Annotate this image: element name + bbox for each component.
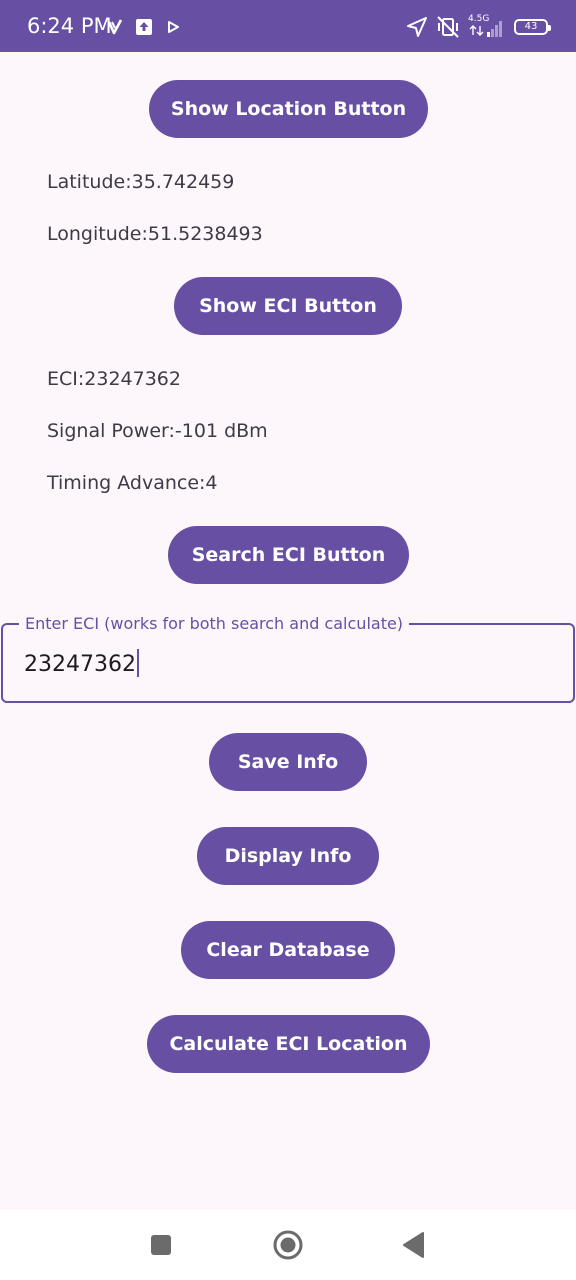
v-app-icon [108, 19, 122, 35]
vibrate-off-icon [436, 16, 460, 38]
home-button[interactable] [270, 1227, 306, 1263]
battery-level: 43 [524, 21, 538, 32]
home-circle-icon [272, 1229, 304, 1261]
status-right-icons: 4.5G 43 [406, 14, 551, 40]
recents-square-icon [150, 1234, 172, 1256]
latitude-text: Latitude:35.742459 [47, 171, 235, 193]
timing-advance-text: Timing Advance:4 [47, 472, 218, 494]
battery-icon: 43 [514, 19, 551, 35]
save-info-button[interactable]: Save Info [209, 733, 367, 791]
display-info-button[interactable]: Display Info [197, 827, 379, 885]
status-bar: 6:24 PM 4.5G 43 [0, 0, 576, 52]
recents-button[interactable] [143, 1227, 179, 1263]
signal-power-text: Signal Power:-101 dBm [47, 420, 268, 442]
status-time: 6:24 PM [27, 14, 112, 38]
clear-database-button[interactable]: Clear Database [181, 921, 395, 979]
back-button[interactable] [395, 1227, 431, 1263]
calculate-eci-location-button[interactable]: Calculate ECI Location [147, 1015, 430, 1073]
search-eci-button[interactable]: Search ECI Button [168, 526, 409, 584]
back-triangle-icon [401, 1232, 425, 1258]
eci-text: ECI:23247362 [47, 368, 181, 390]
text-cursor [136, 649, 139, 677]
upload-icon [136, 19, 152, 35]
eci-input-label: Enter ECI (works for both search and cal… [19, 614, 410, 633]
longitude-text: Longitude:51.5238493 [47, 223, 263, 245]
show-location-button[interactable]: Show Location Button [149, 80, 428, 138]
eci-input-text: 23247362 [24, 652, 136, 677]
location-arrow-icon [406, 16, 428, 38]
eci-input-value[interactable]: 23247362 [24, 649, 139, 679]
status-left-icons [108, 16, 180, 38]
navigation-bar [0, 1210, 576, 1280]
eci-input-field[interactable]: Enter ECI (works for both search and cal… [1, 614, 575, 703]
signal-icon: 4.5G [468, 14, 506, 39]
show-eci-button[interactable]: Show ECI Button [174, 277, 402, 335]
play-icon [166, 20, 180, 34]
